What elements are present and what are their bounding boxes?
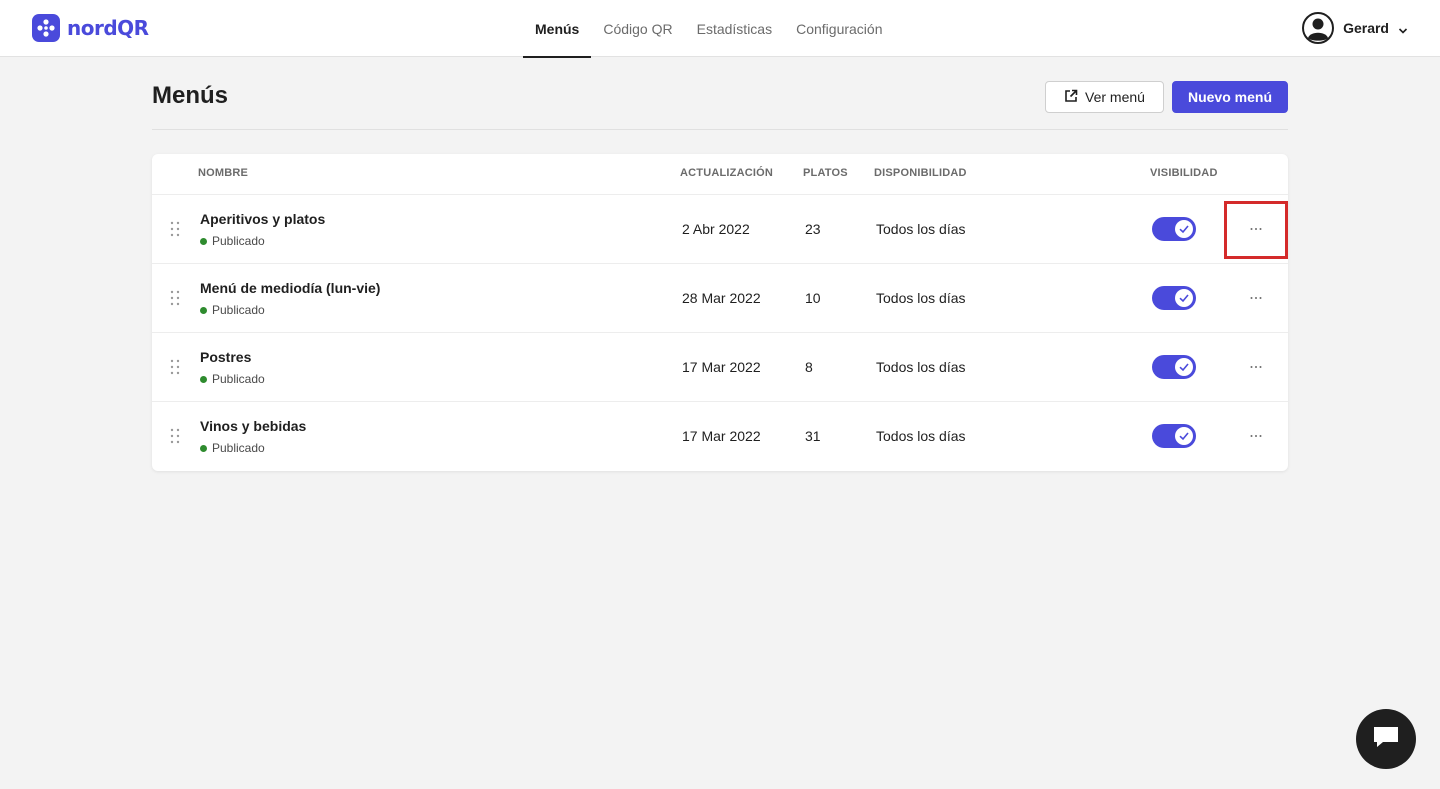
availability: Todos los días [876, 221, 966, 237]
table-row[interactable]: Postres Publicado 17 Mar 2022 8 Todos lo… [152, 333, 1288, 402]
user-name: Gerard [1343, 20, 1389, 36]
nuevo-menu-button[interactable]: Nuevo menú [1172, 81, 1288, 113]
user-avatar-icon [1302, 12, 1335, 44]
status-badge: Publicado [200, 303, 265, 317]
logo-text: nordQR [67, 16, 149, 40]
tab-estadisticas[interactable]: Estadísticas [685, 0, 784, 57]
more-options-icon[interactable] [1242, 357, 1270, 377]
visibility-toggle[interactable] [1152, 424, 1196, 448]
status-label: Publicado [212, 372, 265, 386]
status-dot-icon [200, 306, 207, 314]
page-title: Menús [152, 82, 229, 109]
menu-name: Aperitivos y platos [200, 211, 326, 227]
header-divider [152, 129, 1288, 130]
table-row[interactable]: Menú de mediodía (lun-vie) Publicado 28 … [152, 264, 1288, 333]
chat-button[interactable] [1356, 709, 1416, 769]
user-menu[interactable]: Gerard [1302, 12, 1408, 44]
availability: Todos los días [876, 290, 966, 306]
ver-menu-label: Ver menú [1085, 89, 1145, 105]
updated-date: 28 Mar 2022 [682, 290, 761, 306]
menu-name: Vinos y bebidas [200, 418, 307, 434]
check-icon [1175, 358, 1193, 376]
status-dot-icon [200, 444, 207, 452]
chat-icon [1371, 724, 1401, 755]
status-label: Publicado [212, 234, 265, 248]
tab-menus[interactable]: Menús [523, 0, 592, 58]
status-label: Publicado [212, 441, 265, 455]
main-nav: Menús Código QR Estadísticas Configuraci… [523, 0, 894, 58]
ver-menu-button[interactable]: Ver menú [1045, 81, 1164, 113]
updated-date: 2 Abr 2022 [682, 221, 750, 237]
status-badge: Publicado [200, 372, 265, 386]
availability: Todos los días [876, 428, 966, 444]
dish-count: 31 [805, 428, 821, 444]
column-header-platos: PLATOS [803, 167, 848, 179]
external-link-icon [1064, 89, 1078, 106]
status-label: Publicado [212, 303, 265, 317]
menus-table: NOMBRE ACTUALIZACIÓN PLATOS DISPONIBILID… [152, 154, 1288, 471]
status-badge: Publicado [200, 234, 265, 248]
menu-name: Menú de mediodía (lun-vie) [200, 280, 381, 296]
tab-codigo-qr[interactable]: Código QR [591, 0, 684, 57]
menu-name: Postres [200, 349, 252, 365]
table-row[interactable]: Aperitivos y platos Publicado 2 Abr 2022… [152, 195, 1288, 264]
visibility-toggle[interactable] [1152, 217, 1196, 241]
column-header-actualizacion: ACTUALIZACIÓN [680, 167, 774, 179]
logo[interactable]: nordQR [32, 14, 149, 42]
drag-handle-icon[interactable] [170, 290, 180, 306]
more-options-icon[interactable] [1242, 426, 1270, 446]
visibility-toggle[interactable] [1152, 355, 1196, 379]
column-header-disponibilidad: DISPONIBILIDAD [874, 167, 967, 179]
column-header-visibilidad: VISIBILIDAD [1150, 167, 1218, 179]
nordqr-logo-icon [32, 14, 60, 42]
more-options-icon[interactable] [1242, 219, 1270, 239]
status-dot-icon [200, 237, 207, 245]
drag-handle-icon[interactable] [170, 221, 180, 237]
more-options-icon[interactable] [1242, 288, 1270, 308]
visibility-toggle[interactable] [1152, 286, 1196, 310]
table-row[interactable]: Vinos y bebidas Publicado 17 Mar 2022 31… [152, 402, 1288, 471]
dish-count: 23 [805, 221, 821, 237]
dish-count: 8 [805, 359, 813, 375]
chevron-down-icon [1398, 23, 1408, 34]
updated-date: 17 Mar 2022 [682, 428, 761, 444]
updated-date: 17 Mar 2022 [682, 359, 761, 375]
top-bar: nordQR Menús Código QR Estadísticas Conf… [0, 0, 1440, 58]
status-dot-icon [200, 375, 207, 383]
check-icon [1175, 220, 1193, 238]
status-badge: Publicado [200, 441, 265, 455]
dish-count: 10 [805, 290, 821, 306]
column-header-nombre: NOMBRE [198, 167, 249, 179]
drag-handle-icon[interactable] [170, 428, 180, 444]
availability: Todos los días [876, 359, 966, 375]
drag-handle-icon[interactable] [170, 359, 180, 375]
tab-configuracion[interactable]: Configuración [784, 0, 894, 57]
check-icon [1175, 289, 1193, 307]
check-icon [1175, 427, 1193, 445]
